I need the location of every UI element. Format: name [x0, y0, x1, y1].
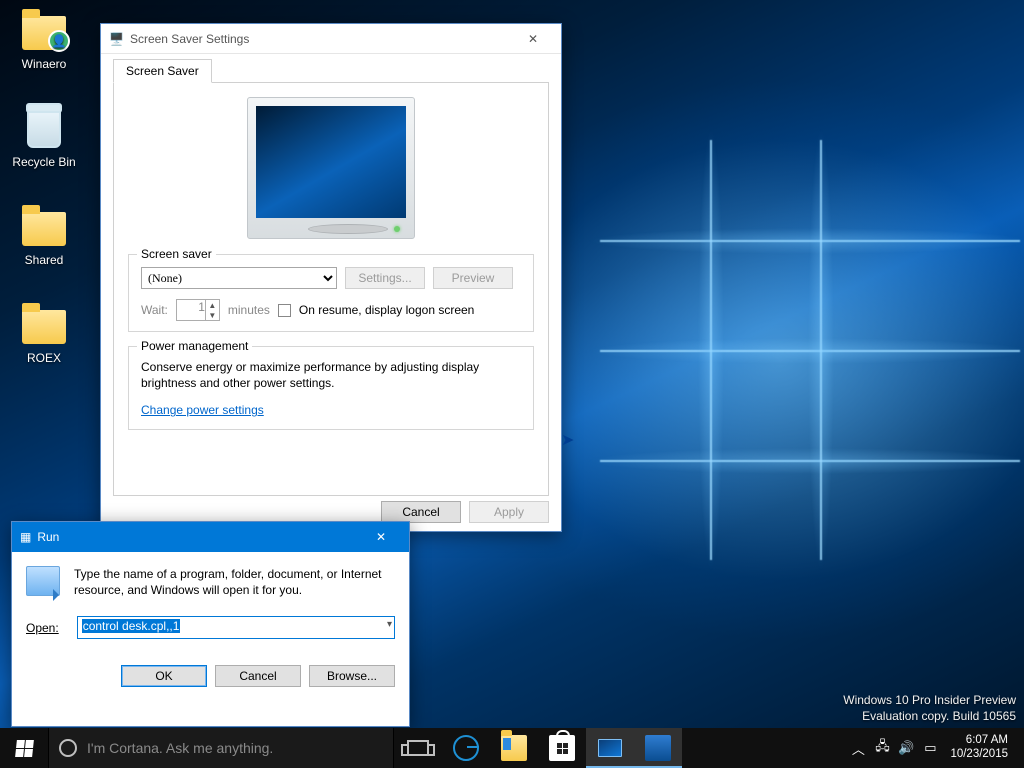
desktop-icon-label: Shared [25, 253, 64, 267]
cancel-button[interactable]: Cancel [381, 501, 461, 523]
cortana-placeholder: I'm Cortana. Ask me anything. [87, 740, 273, 756]
wait-spinner[interactable]: 1 ▲▼ [176, 299, 220, 321]
screen-saver-settings-window: 🖥️ Screen Saver Settings Screen Saver Sc… [100, 23, 562, 532]
tray-time: 6:07 AM [950, 734, 1008, 748]
group-legend: Screen saver [137, 247, 216, 261]
tab-screen-saver[interactable]: Screen Saver [113, 59, 212, 83]
run-app-icon [645, 735, 671, 761]
open-combobox[interactable]: control desk.cpl,,1 [77, 616, 395, 639]
close-icon [528, 32, 538, 46]
window-title: Screen Saver Settings [130, 32, 511, 46]
close-button[interactable] [359, 523, 403, 551]
window-title: Run [37, 530, 359, 544]
open-label: Open: [26, 621, 59, 635]
screensaver-app-icon [598, 739, 622, 757]
screensaver-select[interactable]: (None) [141, 267, 337, 289]
tray-volume-button[interactable]: 🔊 [894, 728, 918, 768]
taskbar-app-explorer[interactable] [490, 728, 538, 768]
tray-overflow-button[interactable]: ︿ [846, 728, 870, 768]
close-button[interactable] [511, 25, 555, 53]
cancel-button[interactable]: Cancel [215, 665, 301, 687]
task-view-icon [407, 740, 429, 756]
desktop-icon-label: Recycle Bin [12, 155, 75, 169]
mouse-cursor-icon: ➤ [561, 430, 574, 450]
task-view-button[interactable] [394, 728, 442, 768]
resume-label: On resume, display logon screen [299, 303, 474, 317]
taskbar-app-run[interactable] [634, 728, 682, 768]
speaker-icon: 🔊 [898, 740, 914, 756]
chevron-down-icon[interactable]: ▾ [387, 619, 392, 630]
wait-value: 1 [198, 300, 205, 314]
wait-label: Wait: [141, 303, 168, 317]
desktop-icon-shared[interactable]: Shared [6, 202, 82, 267]
monitor-led-icon [394, 226, 400, 232]
monitor-button-icon [308, 224, 388, 234]
network-icon: 🖧 [875, 737, 890, 759]
minutes-label: minutes [228, 303, 270, 317]
folder-icon [20, 300, 68, 348]
change-power-settings-link[interactable]: Change power settings [141, 403, 264, 417]
desktop-icon-label: Winaero [22, 57, 67, 71]
run-icon: ▦ [20, 530, 31, 544]
spin-up-icon[interactable]: ▲ [206, 300, 219, 310]
taskbar-app-store[interactable] [538, 728, 586, 768]
windows-watermark: Windows 10 Pro Insider Preview Evaluatio… [843, 692, 1016, 724]
tray-clock[interactable]: 6:07 AM 10/23/2015 [942, 734, 1016, 762]
folder-icon [20, 202, 68, 250]
spin-down-icon[interactable]: ▼ [206, 310, 219, 320]
desktop-icon-recycle-bin[interactable]: Recycle Bin [6, 104, 82, 169]
tray-date: 10/23/2015 [950, 748, 1008, 762]
group-legend: Power management [137, 339, 252, 353]
settings-button: Settings... [345, 267, 425, 289]
resume-checkbox[interactable] [278, 304, 291, 317]
chevron-up-icon: ︿ [852, 739, 865, 758]
power-description: Conserve energy or maximize performance … [141, 359, 521, 391]
run-program-icon [26, 566, 60, 596]
cortana-icon [59, 739, 77, 757]
screensaver-preview [128, 97, 534, 244]
recycle-bin-icon [20, 104, 68, 152]
edge-icon [453, 735, 479, 761]
open-value: control desk.cpl,,1 [82, 619, 181, 633]
taskbar-app-screensaver[interactable] [586, 728, 634, 768]
desktop-icon-label: ROEX [27, 351, 61, 365]
screensaver-group: Screen saver (None) Settings... Preview … [128, 254, 534, 332]
browse-button[interactable]: Browse... [309, 665, 395, 687]
monitor-screen-icon [256, 106, 406, 218]
run-description: Type the name of a program, folder, docu… [74, 566, 395, 598]
store-icon [549, 735, 575, 761]
start-button[interactable] [0, 728, 48, 768]
taskbar-app-edge[interactable] [442, 728, 490, 768]
apply-button: Apply [469, 501, 549, 523]
action-center-icon: ▭ [924, 740, 936, 756]
desktop-icon-winaero[interactable]: 👤 Winaero [6, 6, 82, 71]
close-icon [376, 530, 386, 544]
cortana-search[interactable]: I'm Cortana. Ask me anything. [48, 728, 394, 768]
preview-button: Preview [433, 267, 513, 289]
user-badge-icon: 👤 [48, 30, 70, 52]
file-explorer-icon [501, 735, 527, 761]
titlebar[interactable]: ▦ Run [12, 522, 409, 552]
system-tray: ︿ 🖧 🔊 ▭ 6:07 AM 10/23/2015 [844, 728, 1024, 768]
windows-logo-icon [15, 740, 34, 757]
ok-button[interactable]: OK [121, 665, 207, 687]
power-group: Power management Conserve energy or maxi… [128, 346, 534, 430]
run-dialog-window: ▦ Run Type the name of a program, folder… [11, 521, 410, 727]
tray-action-center-button[interactable]: ▭ [918, 728, 942, 768]
app-icon: 🖥️ [109, 32, 124, 46]
taskbar: I'm Cortana. Ask me anything. ︿ 🖧 🔊 ▭ 6:… [0, 728, 1024, 768]
folder-icon: 👤 [20, 6, 68, 54]
titlebar[interactable]: 🖥️ Screen Saver Settings [101, 24, 561, 54]
tray-network-button[interactable]: 🖧 [870, 728, 894, 768]
desktop-icon-roex[interactable]: ROEX [6, 300, 82, 365]
